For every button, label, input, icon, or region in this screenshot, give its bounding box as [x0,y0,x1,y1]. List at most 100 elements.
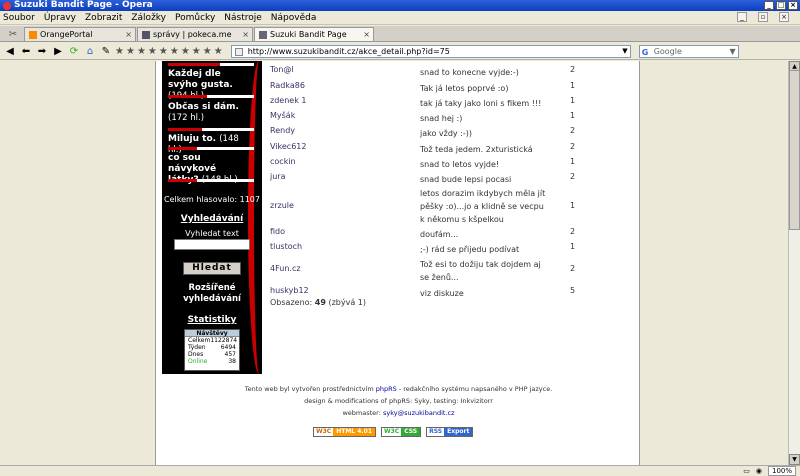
tab-pokeca[interactable]: správy | pokeca.me × [137,27,253,41]
edit-icon[interactable]: ✎ [99,44,113,58]
phprs-link[interactable]: phpRS [376,385,397,393]
participant-count: 2 [570,264,576,273]
poll-option[interactable]: Občas si dám. (172 hl.) [168,102,248,124]
inner-minimize-button[interactable]: _ [737,12,747,22]
participant-nick[interactable]: Vikec612 [270,142,306,151]
tab-label: správy | pokeca.me [153,30,232,39]
footer-credits: Tento web byl vytvořen prostřednictvím p… [244,385,553,393]
participant-count: 1 [570,81,576,90]
menu-soubor[interactable]: Soubor [3,13,35,23]
rss-export-badge[interactable]: RSS Export [426,427,474,437]
close-button[interactable]: × [788,1,798,10]
participant-nick[interactable]: cockin [270,157,296,166]
bookmark-star-icon[interactable]: ★ [148,46,157,57]
home-icon[interactable]: ⌂ [83,44,97,58]
css-valid-badge[interactable]: W3C CSS [381,427,422,437]
vertical-scrollbar[interactable]: ▲ ▼ [788,61,800,465]
tab-label: OrangePortal [40,30,93,39]
scrollbar-thumb[interactable] [789,70,800,230]
bookmark-star-icon[interactable]: ★ [181,46,190,57]
participant-nick[interactable]: zdenek 1 [270,96,306,105]
bookmark-star-icon[interactable]: ★ [159,46,168,57]
participant-message: snad bude lepsi pocasi [420,175,512,184]
participant-message: snad to letos vyjde! [420,160,500,169]
participant-nick[interactable]: 4Fun.cz [270,264,301,273]
bookmark-star-icon[interactable]: ★ [170,46,179,57]
chevron-down-icon[interactable]: ▼ [730,46,736,57]
sound-icon[interactable]: ◉ [756,467,762,475]
participant-count: 1 [570,96,576,105]
participant-count: 2 [570,227,576,236]
participant-nick[interactable]: zrzule [270,201,294,210]
orange-favicon [29,30,37,39]
search-label: Vyhledat text [185,229,239,238]
close-tab-icon[interactable]: × [125,30,132,39]
participant-nick[interactable]: Rendy [270,126,295,135]
webmaster-email-link[interactable]: syky@suzukibandit.cz [383,409,454,417]
search-field[interactable]: G Google ▼ [638,44,739,58]
zoom-level[interactable]: 100% [767,465,796,476]
rewind-icon[interactable]: ◀ [3,44,17,58]
menu-nastroje[interactable]: Nástroje [224,13,262,23]
scroll-down-icon[interactable]: ▼ [789,454,800,465]
participant-nick[interactable]: tlustoch [270,242,302,251]
fast-forward-icon[interactable]: ▶ [51,44,65,58]
participant-message[interactable]: viz diskuze [420,286,550,301]
sidebar: Každej dle svýho gusta. (194 hl.) Občas … [162,61,262,374]
visit-row: Dnes 457 [188,351,236,358]
participant-message: doufám... [420,230,459,239]
menu-pomucky[interactable]: Pomůcky [175,13,215,23]
page-favicon [259,30,267,39]
participant-nick[interactable]: Myšák [270,111,295,120]
address-url: http://www.suzukibandit.cz/akce_detail.p… [247,46,450,56]
close-tab-icon[interactable]: × [242,30,249,39]
back-icon[interactable]: ⬅ [19,44,33,58]
participant-nick[interactable]: Radka86 [270,81,305,90]
html-valid-badge[interactable]: W3C HTML 4.01 [313,427,377,437]
tab-orangeportal[interactable]: OrangePortal × [24,27,136,41]
bookmark-star-icon[interactable]: ★ [203,46,212,57]
participant-count: 2 [570,142,576,151]
search-input[interactable] [174,239,250,250]
menu-zalozky[interactable]: Záložky [131,13,166,23]
bookmark-star-icon[interactable]: ★ [192,46,201,57]
navigation-bar: ◀ ⬅ ➡ ▶ ⟳ ⌂ ✎ ★ ★ ★ ★ ★ ★ ★ ★ ★ ★ http:/… [0,43,800,60]
page-favicon [142,30,150,39]
tab-suzuki[interactable]: Suzuki Bandit Page × [254,27,374,41]
address-field[interactable]: http://www.suzukibandit.cz/akce_detail.p… [230,44,631,58]
menu-napoveda[interactable]: Nápověda [271,13,317,23]
poll-total: Celkem hlasovalo: 1107 [164,195,260,204]
participant-nick[interactable]: fido [270,227,285,236]
participant-nick[interactable]: Ton@l [270,65,294,74]
poll-bar [168,147,254,150]
minimize-button[interactable]: _ [764,1,774,10]
maximize-button[interactable]: □ [776,1,786,10]
page-viewport: Každej dle svýho gusta. (194 hl.) Občas … [0,61,788,465]
inner-close-button[interactable]: × [779,12,789,22]
inner-restore-button[interactable]: ▫ [758,12,768,22]
bookmark-star-icon[interactable]: ★ [214,46,223,57]
participant-nick[interactable]: jura [270,172,285,181]
search-heading[interactable]: Vyhledávání [162,214,262,224]
bookmark-star-icon[interactable]: ★ [115,46,124,57]
menu-bar: Soubor Úpravy Zobrazit Záložky Pomůcky N… [0,11,800,25]
view-icon[interactable]: ▭ [743,467,750,475]
participant-nick[interactable]: huskyb12 [270,286,309,295]
forward-icon[interactable]: ➡ [35,44,49,58]
search-button[interactable]: Hledat [183,262,241,275]
participant-count: 2 [570,65,576,74]
tools-icon[interactable]: ✂ [2,27,24,41]
chevron-down-icon[interactable]: ▼ [622,46,627,57]
bookmark-star-icon[interactable]: ★ [137,46,146,57]
participant-count: 1 [570,111,576,120]
menu-upravy[interactable]: Úpravy [44,13,76,23]
close-tab-icon[interactable]: × [363,30,370,39]
menu-zobrazit[interactable]: Zobrazit [85,13,122,23]
bookmark-star-icon[interactable]: ★ [126,46,135,57]
participant-message: Tož esi to dožiju tak dojdem aj se ženů.… [420,260,541,282]
reload-icon[interactable]: ⟳ [67,44,81,58]
statistics-heading[interactable]: Statistiky [162,315,262,325]
status-bar: ▭ ◉ 100% [0,465,800,476]
occupancy: Obsazeno: 49 (zbývá 1) [270,298,366,307]
advanced-search-link[interactable]: Rozšířené vyhledávání [162,283,262,305]
